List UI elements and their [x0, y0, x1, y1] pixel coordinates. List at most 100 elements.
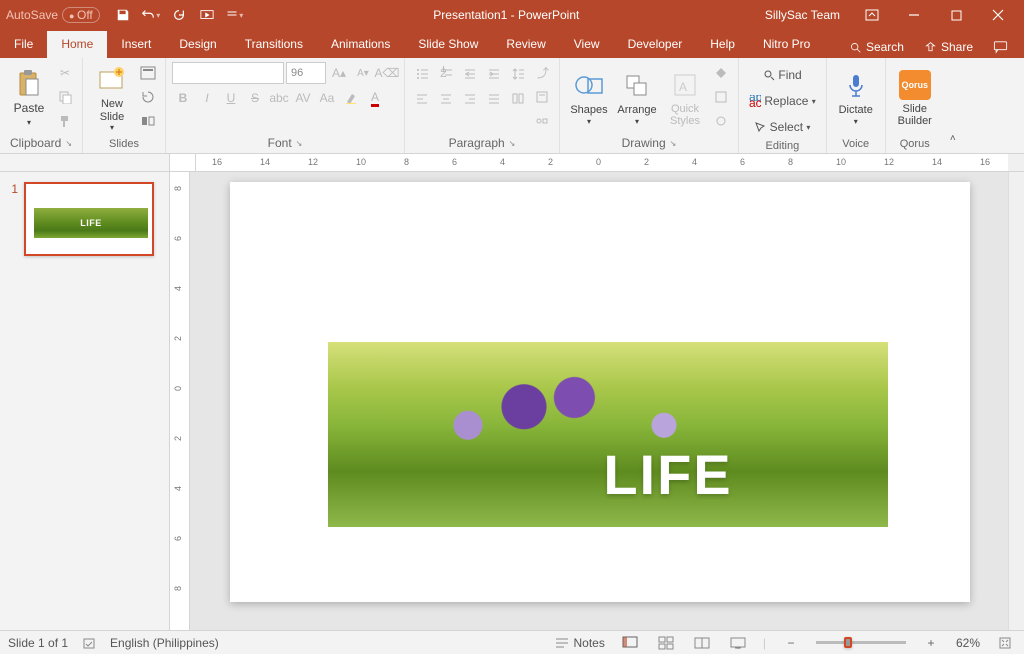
slide-thumbnails-panel[interactable]: 1 LIFE [0, 172, 170, 630]
undo-icon[interactable]: ▾ [138, 2, 164, 28]
tab-nitro[interactable]: Nitro Pro [749, 31, 824, 58]
highlight-icon[interactable] [340, 87, 362, 109]
section-icon[interactable] [137, 110, 159, 132]
change-case-icon[interactable]: Aa [316, 87, 338, 109]
tab-home[interactable]: Home [47, 31, 107, 58]
columns-icon[interactable] [507, 87, 529, 109]
tab-view[interactable]: View [560, 31, 614, 58]
share-button[interactable]: Share [916, 36, 981, 58]
shape-outline-icon[interactable] [710, 86, 732, 108]
align-text-icon[interactable] [531, 86, 553, 108]
spellcheck-icon[interactable] [82, 636, 96, 650]
slide-builder-button[interactable]: Qorus Slide Builder [892, 62, 938, 134]
slide-1[interactable]: LIFE [230, 182, 970, 602]
tab-file[interactable]: File [0, 31, 47, 58]
numbering-icon[interactable]: 12 [435, 62, 457, 84]
smartart-icon[interactable] [531, 110, 553, 132]
zoom-slider[interactable] [816, 641, 906, 644]
strike-icon[interactable]: S [244, 87, 266, 109]
clipboard-launcher[interactable]: ↘ [65, 139, 72, 148]
tab-slideshow[interactable]: Slide Show [404, 31, 492, 58]
tab-transitions[interactable]: Transitions [231, 31, 317, 58]
text-direction-icon[interactable]: ⤴ [531, 62, 553, 84]
quick-styles-button[interactable]: A Quick Styles [662, 62, 708, 134]
paste-button[interactable]: Paste▾ [6, 62, 52, 134]
reading-view-icon[interactable] [691, 634, 713, 652]
shapes-button[interactable]: Shapes▾ [566, 62, 612, 134]
redo-icon[interactable] [166, 2, 192, 28]
window-title: Presentation1 - PowerPoint [248, 8, 765, 22]
tab-insert[interactable]: Insert [107, 31, 165, 58]
italic-icon[interactable]: I [196, 87, 218, 109]
align-center-icon[interactable] [435, 87, 457, 109]
shape-fill-icon[interactable] [710, 62, 732, 84]
shadow-icon[interactable]: abc [268, 87, 290, 109]
normal-view-icon[interactable] [619, 634, 641, 652]
group-drawing: Shapes▾ Arrange▾ A Quick Styles Drawing↘ [560, 58, 739, 153]
search-button[interactable]: Search [841, 36, 912, 58]
collapse-ribbon-icon[interactable]: ˄ [944, 127, 962, 149]
replace-button[interactable]: abac Replace ▾ [745, 90, 820, 112]
shape-effects-icon[interactable] [710, 110, 732, 132]
grow-font-icon[interactable]: A▴ [328, 62, 350, 84]
zoom-percent[interactable]: 62% [956, 636, 980, 650]
tab-review[interactable]: Review [492, 31, 559, 58]
bullets-icon[interactable] [411, 62, 433, 84]
quickbar-more-icon[interactable]: ▾ [222, 2, 248, 28]
vertical-ruler[interactable]: 864202468 [170, 172, 190, 630]
new-slide-button[interactable]: New Slide ▾ [89, 62, 135, 134]
fit-window-icon[interactable] [994, 634, 1016, 652]
slide-thumbnail-1[interactable]: LIFE [24, 182, 154, 256]
font-launcher[interactable]: ↘ [296, 139, 303, 148]
slide-layout-icon[interactable] [137, 62, 159, 84]
slide-image[interactable]: LIFE [328, 342, 888, 527]
format-painter-icon[interactable] [54, 110, 76, 132]
notes-button[interactable]: Notes [555, 636, 604, 650]
shrink-font-icon[interactable]: A▾ [352, 62, 374, 84]
slideshow-view-icon[interactable] [727, 634, 749, 652]
font-name-combo[interactable] [172, 62, 284, 84]
maximize-button[interactable] [936, 0, 976, 30]
clear-format-icon[interactable]: A⌫ [376, 62, 398, 84]
reset-slide-icon[interactable] [137, 86, 159, 108]
slide-text: LIFE [603, 442, 732, 507]
cut-icon[interactable]: ✂ [54, 62, 76, 84]
align-right-icon[interactable] [459, 87, 481, 109]
slide-canvas[interactable]: LIFE [190, 172, 1008, 630]
tab-animations[interactable]: Animations [317, 31, 404, 58]
copy-icon[interactable] [54, 86, 76, 108]
minimize-button[interactable] [894, 0, 934, 30]
tab-developer[interactable]: Developer [614, 31, 697, 58]
ribbon-options-icon[interactable] [852, 0, 892, 30]
comments-icon[interactable] [985, 36, 1016, 58]
justify-icon[interactable] [483, 87, 505, 109]
save-icon[interactable] [110, 2, 136, 28]
char-spacing-icon[interactable]: AV [292, 87, 314, 109]
font-size-combo[interactable]: 96 [286, 62, 326, 84]
vertical-scrollbar[interactable] [1008, 172, 1024, 630]
horizontal-ruler[interactable]: 1614121086420246810121416 [196, 154, 1008, 172]
indent-dec-icon[interactable] [459, 62, 481, 84]
zoom-in-icon[interactable]: + [920, 634, 942, 652]
font-color-icon[interactable]: A [364, 87, 386, 109]
find-button[interactable]: Find [745, 64, 820, 86]
autosave-toggle[interactable]: AutoSave ● Off [6, 7, 100, 23]
sorter-view-icon[interactable] [655, 634, 677, 652]
indent-inc-icon[interactable] [483, 62, 505, 84]
drawing-launcher[interactable]: ↘ [670, 139, 677, 148]
tab-help[interactable]: Help [696, 31, 749, 58]
bold-icon[interactable]: B [172, 87, 194, 109]
close-button[interactable] [978, 0, 1018, 30]
zoom-out-icon[interactable]: − [780, 634, 802, 652]
start-slideshow-icon[interactable] [194, 2, 220, 28]
underline-icon[interactable]: U [220, 87, 242, 109]
dictate-button[interactable]: Dictate▾ [833, 62, 879, 134]
arrange-button[interactable]: Arrange▾ [614, 62, 660, 134]
paragraph-launcher[interactable]: ↘ [509, 139, 516, 148]
tab-design[interactable]: Design [165, 31, 230, 58]
select-button[interactable]: Select ▾ [745, 116, 820, 138]
align-left-icon[interactable] [411, 87, 433, 109]
line-spacing-icon[interactable] [507, 62, 529, 84]
group-slides: New Slide ▾ Slides [83, 58, 166, 153]
status-language[interactable]: English (Philippines) [110, 636, 219, 650]
